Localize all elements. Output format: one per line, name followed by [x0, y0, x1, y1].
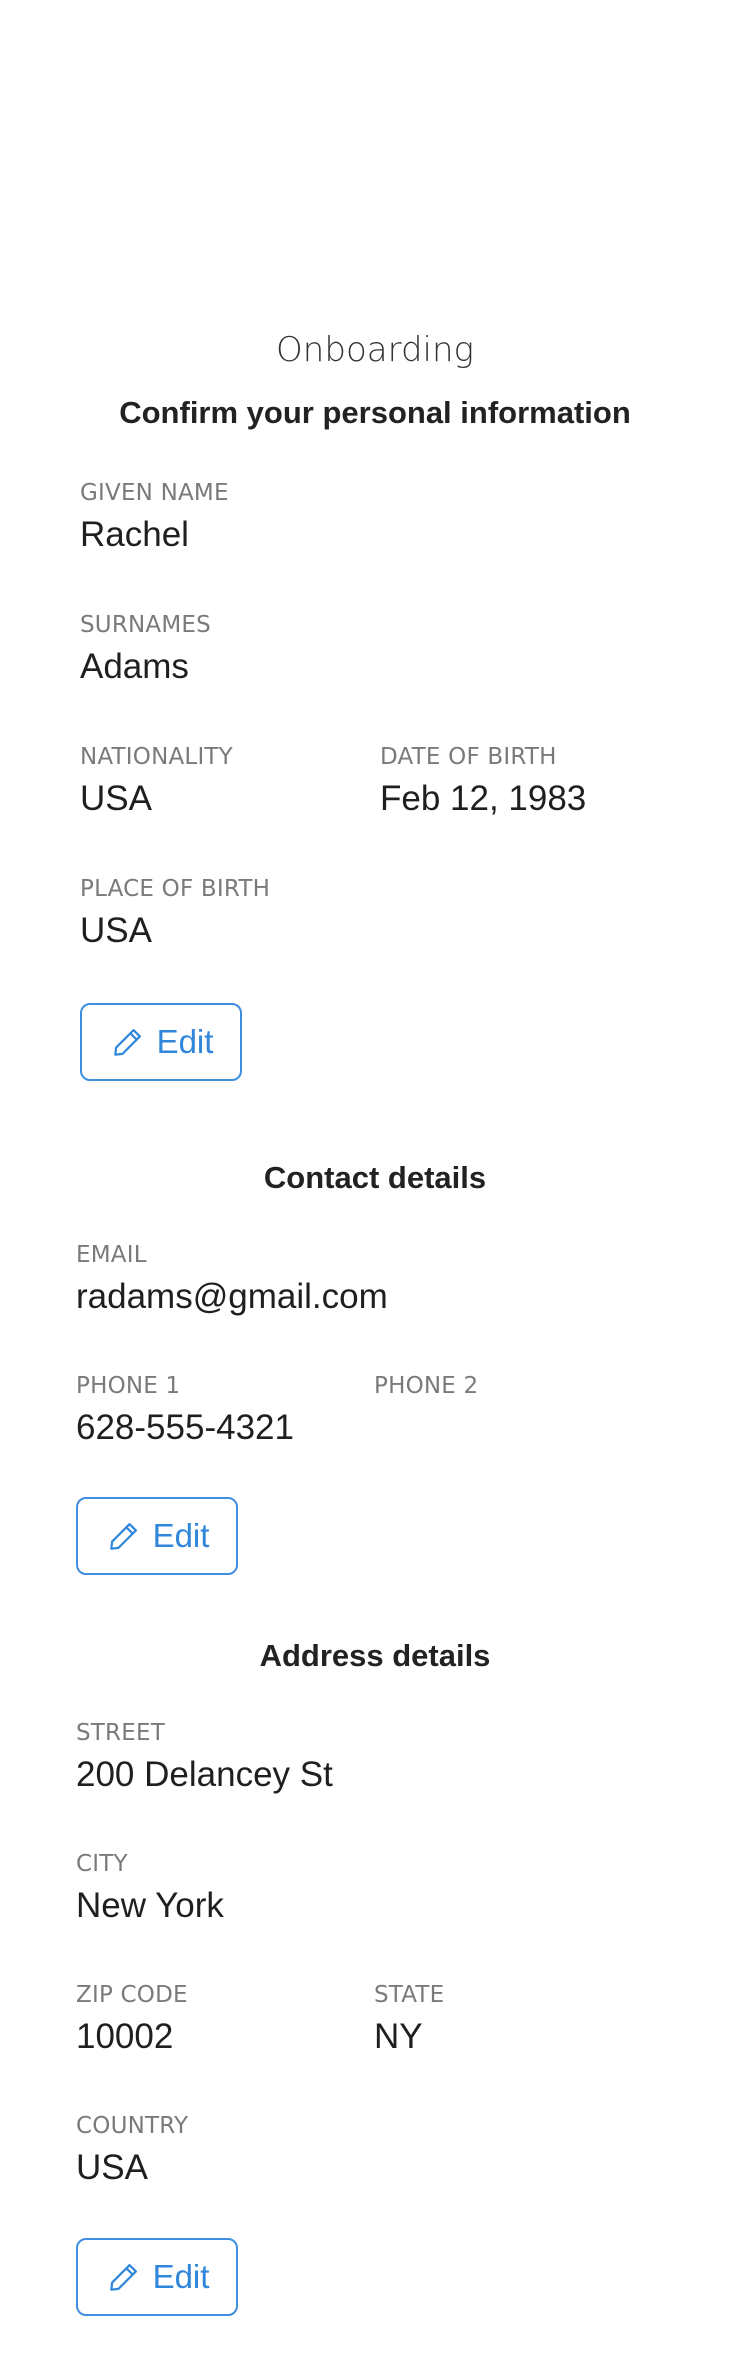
- zip-code-value: 10002: [76, 2017, 174, 2056]
- phone1-label: PHONE 1: [76, 1373, 181, 1399]
- street-label: STREET: [76, 1720, 165, 1746]
- nationality-label: NATIONALITY: [80, 744, 233, 770]
- edit-address-button[interactable]: Edit: [76, 2238, 238, 2316]
- country-label: COUNTRY: [76, 2113, 189, 2139]
- state-label: STATE: [374, 1982, 445, 2008]
- given-name-value: Rachel: [80, 515, 189, 554]
- email-value: radams@gmail.com: [76, 1277, 388, 1316]
- email-label: EMAIL: [76, 1242, 147, 1268]
- surnames-value: Adams: [80, 647, 189, 686]
- place-of-birth-value: USA: [80, 911, 152, 950]
- page-title: Onboarding: [276, 330, 474, 370]
- phone2-label: PHONE 2: [374, 1373, 479, 1399]
- state-value: NY: [374, 2017, 423, 2056]
- zip-code-label: ZIP CODE: [76, 1982, 188, 2008]
- surnames-label: SURNAMES: [80, 612, 211, 638]
- edit-address-label: Edit: [152, 2258, 210, 2295]
- edit-contact-label: Edit: [152, 1517, 210, 1554]
- date-of-birth-label: DATE OF BIRTH: [380, 744, 557, 770]
- nationality-value: USA: [80, 779, 152, 818]
- city-label: CITY: [76, 1851, 128, 1877]
- phone1-value: 628-555-4321: [76, 1408, 294, 1447]
- personal-section-title: Confirm your personal information: [119, 395, 631, 430]
- country-value: USA: [76, 2148, 148, 2187]
- pencil-icon: [113, 1029, 141, 1056]
- city-value: New York: [76, 1886, 224, 1925]
- street-value: 200 Delancey St: [76, 1755, 333, 1794]
- edit-personal-button[interactable]: Edit: [80, 1003, 242, 1081]
- address-section-title: Address details: [259, 1638, 491, 1673]
- date-of-birth-value: Feb 12, 1983: [380, 779, 587, 818]
- pencil-icon: [109, 1523, 137, 1550]
- edit-personal-label: Edit: [156, 1023, 214, 1060]
- contact-section-title: Contact details: [263, 1160, 487, 1195]
- edit-contact-button[interactable]: Edit: [76, 1497, 238, 1575]
- place-of-birth-label: PLACE OF BIRTH: [80, 876, 271, 902]
- pencil-icon: [109, 2264, 137, 2291]
- given-name-label: GIVEN NAME: [80, 480, 229, 506]
